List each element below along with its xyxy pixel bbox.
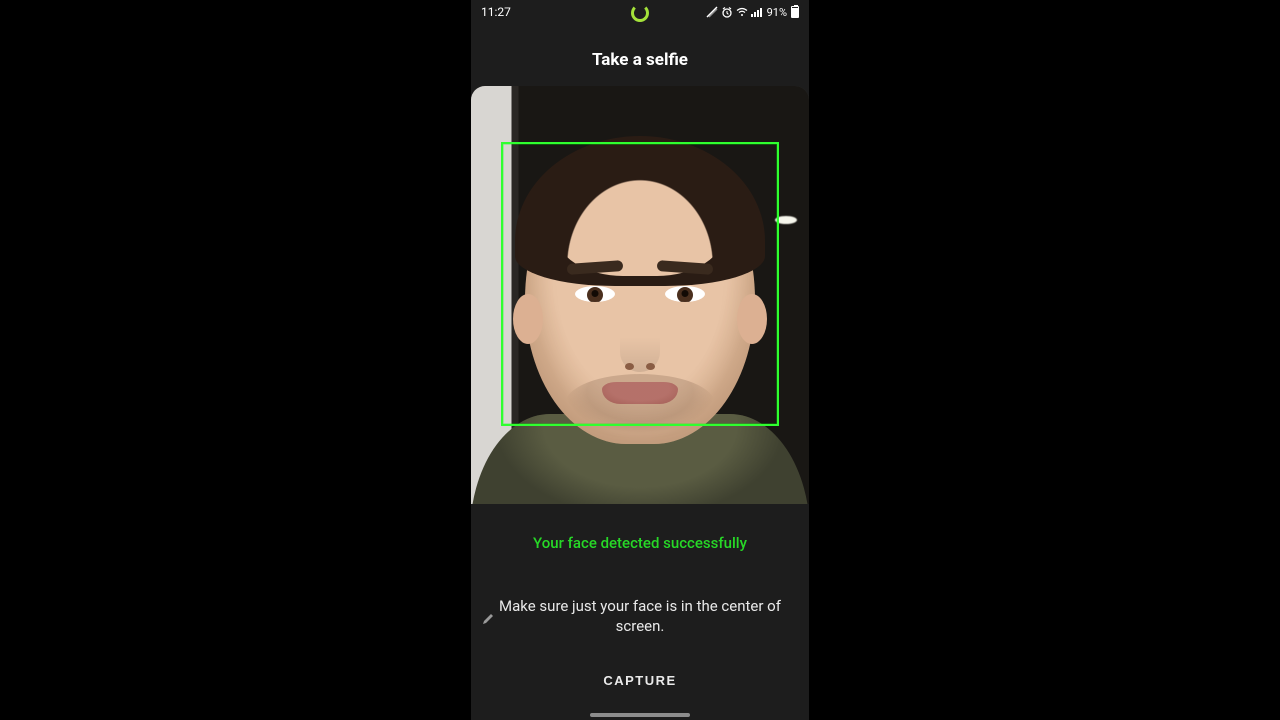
battery-percent: 91% [767,6,787,19]
loading-spinner-icon [631,4,649,22]
page-title: Take a selfie [592,50,688,70]
face-detection-box [501,142,779,426]
capture-button[interactable]: CAPTURE [603,673,676,688]
instruction-text: Make sure just your face is in the cente… [485,596,795,637]
detection-status-text: Your face detected successfully [485,534,795,552]
home-indicator[interactable] [590,713,690,717]
edit-icon[interactable] [481,612,495,630]
lower-panel: Your face detected successfully Make sur… [471,504,809,689]
alarm-icon [721,6,733,18]
status-bar: 11:27 91% [471,0,809,24]
no-sim-icon [706,6,718,18]
video-frame: 11:27 91% Take a [0,0,1280,720]
camera-preview[interactable] [471,86,809,504]
wifi-icon [736,6,748,18]
phone-screen: 11:27 91% Take a [471,0,809,720]
signal-icon [751,6,763,18]
status-time: 11:27 [481,5,511,19]
battery-icon [791,6,799,18]
